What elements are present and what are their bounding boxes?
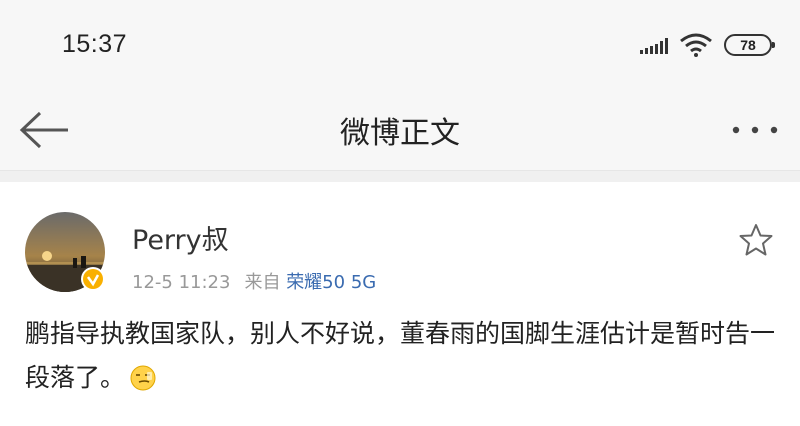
page-title: 微博正文 <box>340 116 460 151</box>
status-bar: 15:37 78 <box>0 0 800 92</box>
section-divider <box>0 170 800 182</box>
star-icon[interactable] <box>738 222 774 258</box>
post-meta: 12-5 11:23 来自 荣耀50 5G <box>132 268 376 294</box>
battery-icon: 78 <box>724 34 775 56</box>
username[interactable]: Perry叔 <box>132 218 229 257</box>
smirk-emoji-icon <box>130 365 156 391</box>
battery-level: 78 <box>740 37 756 53</box>
post-time: 12-5 11:23 <box>132 272 231 293</box>
nav-bar: 微博正文 <box>0 92 800 170</box>
clock: 15:37 <box>62 30 128 58</box>
signal-icon <box>640 38 668 54</box>
weibo-post: Perry叔 12-5 11:23 来自 荣耀50 5G 鹏指导执教国家队，别人不… <box>0 182 800 426</box>
wifi-icon <box>680 33 712 57</box>
more-icon[interactable] <box>730 118 780 142</box>
source-prefix: 来自 <box>244 272 281 293</box>
verified-badge-icon <box>81 267 105 291</box>
post-content: 鹏指导执教国家队，别人不好说，董春雨的国脚生涯估计是暂时告一段落了。 <box>25 312 785 400</box>
source-device-link[interactable]: 荣耀50 5G <box>286 272 376 293</box>
